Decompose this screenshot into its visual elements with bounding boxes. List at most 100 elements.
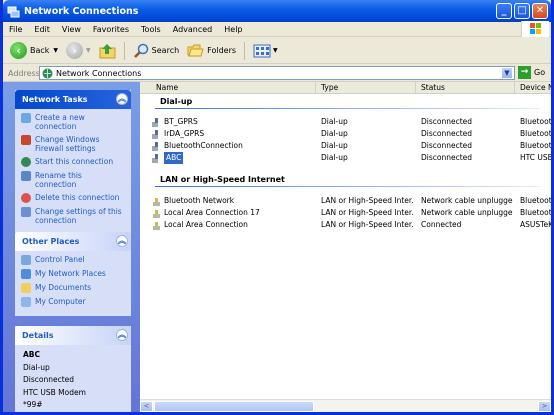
title-bar[interactable]: Network Connections _ □ ✕	[3, 0, 551, 22]
task-pane: Network Tasks ︽ Create a new connection …	[3, 82, 140, 412]
table-row-selected[interactable]: ABC Dial-up Disconnected HTC USB M	[140, 152, 551, 164]
network-places-icon	[21, 269, 31, 279]
column-device-name[interactable]: Device Na	[515, 82, 551, 94]
task-label: Change Windows Firewall settings	[35, 135, 100, 153]
network-tasks-panel: Network Tasks ︽ Create a new connection …	[15, 90, 131, 234]
forward-button[interactable]: › ▼	[63, 40, 94, 62]
menu-edit[interactable]: Edit	[28, 25, 56, 34]
firewall-icon	[21, 135, 31, 145]
back-dropdown-icon[interactable]: ▼	[53, 47, 58, 54]
task-create-connection[interactable]: Create a new connection	[21, 113, 125, 131]
menu-view[interactable]: View	[56, 25, 87, 34]
back-button[interactable]: ‹ Back ▼	[7, 40, 61, 62]
details-body: ABC Dial-up Disconnected HTC USB Modem *…	[15, 345, 131, 412]
views-icon	[253, 44, 271, 57]
task-label: Delete this connection	[35, 193, 120, 202]
dialup-connection-icon	[152, 153, 161, 163]
row-status: Connected	[421, 220, 462, 229]
table-row[interactable]: Local Area Connection 17 LAN or High-Spe…	[140, 207, 551, 219]
toolbar-separator	[244, 41, 246, 60]
network-tasks-list: Create a new connection Change Windows F…	[15, 109, 131, 234]
dialup-connection-icon	[152, 117, 161, 127]
go-arrow-icon: →	[518, 66, 531, 79]
folders-icon	[187, 44, 204, 57]
column-status[interactable]: Status	[416, 82, 515, 94]
go-button[interactable]: → Go	[518, 66, 545, 79]
place-control-panel[interactable]: Control Panel	[21, 255, 125, 265]
row-name: ABC	[164, 152, 184, 164]
folders-label: Folders	[207, 46, 237, 55]
menu-bar: File Edit View Favorites Tools Advanced …	[3, 21, 551, 37]
row-name: Local Area Connection	[164, 220, 248, 229]
task-start-connection[interactable]: Start this connection	[21, 157, 125, 167]
row-type: Dial-up	[321, 141, 348, 150]
details-name: ABC	[23, 350, 41, 359]
row-status: Disconnected	[421, 153, 473, 162]
up-folder-icon	[99, 43, 116, 58]
row-status: Disconnected	[421, 117, 473, 126]
table-row[interactable]: Bluetooth Network LAN or High-Speed Inte…	[140, 195, 551, 207]
network-tasks-header[interactable]: Network Tasks ︽	[15, 90, 131, 109]
details-header[interactable]: Details ︽	[15, 326, 131, 345]
horizontal-scrollbar[interactable]: < >	[140, 399, 551, 412]
task-change-settings[interactable]: Change settings of this connection	[21, 207, 125, 225]
address-dropdown-icon[interactable]: ▼	[501, 67, 513, 79]
task-firewall-settings[interactable]: Change Windows Firewall settings	[21, 135, 125, 153]
maximize-button[interactable]: □	[514, 3, 530, 19]
row-type: Dial-up	[321, 117, 348, 126]
row-type: LAN or High-Speed Inter...	[321, 220, 413, 229]
task-rename-connection[interactable]: Rename this connection	[21, 171, 125, 189]
collapse-chevron-icon[interactable]: ︽	[116, 93, 128, 105]
table-row[interactable]: IrDA_GPRS Dial-up Disconnected Bluetooth	[140, 128, 551, 140]
row-type: Dial-up	[321, 153, 348, 162]
my-computer-icon	[21, 297, 31, 307]
collapse-chevron-icon[interactable]: ︽	[116, 329, 128, 341]
search-button[interactable]: Search	[130, 40, 182, 62]
menu-favorites[interactable]: Favorites	[87, 25, 135, 34]
scroll-thumb[interactable]	[154, 401, 314, 412]
address-bar: Address Network Connections ▼ → Go	[3, 65, 551, 82]
menu-help[interactable]: Help	[218, 25, 248, 34]
row-type: LAN or High-Speed Inter...	[321, 208, 413, 217]
place-my-computer[interactable]: My Computer	[21, 297, 125, 307]
collapse-chevron-icon[interactable]: ︽	[116, 235, 128, 247]
scroll-right-button[interactable]: >	[538, 401, 551, 412]
table-row[interactable]: BluetoothConnection Dial-up Disconnected…	[140, 140, 551, 152]
forward-dropdown-icon[interactable]: ▼	[86, 47, 91, 54]
scroll-left-button[interactable]: <	[140, 401, 153, 412]
connections-list: Name Type Status Device Na Dial-up BT_GP…	[140, 82, 551, 412]
place-my-network-places[interactable]: My Network Places	[21, 269, 125, 279]
column-name[interactable]: Name	[140, 82, 316, 94]
place-label: My Network Places	[35, 269, 106, 278]
control-panel-icon	[21, 255, 31, 265]
task-label: Start this connection	[35, 157, 114, 166]
close-button[interactable]: ✕	[532, 3, 548, 19]
table-row[interactable]: BT_GPRS Dial-up Disconnected Bluetooth	[140, 116, 551, 128]
place-my-documents[interactable]: My Documents	[21, 283, 125, 293]
lan-connection-icon	[152, 197, 161, 206]
views-button[interactable]: ▼	[250, 40, 281, 62]
table-row[interactable]: Local Area Connection LAN or High-Speed …	[140, 219, 551, 231]
column-type[interactable]: Type	[316, 82, 416, 94]
task-delete-connection[interactable]: Delete this connection	[21, 193, 125, 203]
row-status: Disconnected	[421, 141, 473, 150]
delete-icon	[21, 193, 31, 203]
group-header-dialup: Dial-up	[160, 97, 193, 106]
toolbar: ‹ Back ▼ › ▼ Search Folders ▼	[3, 38, 551, 64]
up-folder-button[interactable]	[96, 40, 119, 62]
menu-tools[interactable]: Tools	[135, 25, 167, 34]
other-places-panel: Other Places ︽ Control Panel My Network …	[15, 232, 131, 316]
other-places-header[interactable]: Other Places ︽	[15, 232, 131, 251]
address-value: Network Connections	[56, 68, 142, 78]
task-label: Change settings of this connection	[35, 207, 122, 225]
start-connection-icon	[21, 157, 31, 167]
details-phone: *99#	[23, 400, 43, 409]
address-input[interactable]: Network Connections ▼	[39, 66, 515, 80]
menu-file[interactable]: File	[3, 25, 28, 34]
row-name: Local Area Connection 17	[164, 208, 260, 217]
folders-button[interactable]: Folders	[184, 40, 239, 62]
lan-connection-icon	[152, 221, 161, 230]
minimize-button[interactable]: _	[496, 3, 512, 19]
menu-advanced[interactable]: Advanced	[167, 25, 219, 34]
group-divider	[155, 186, 540, 187]
